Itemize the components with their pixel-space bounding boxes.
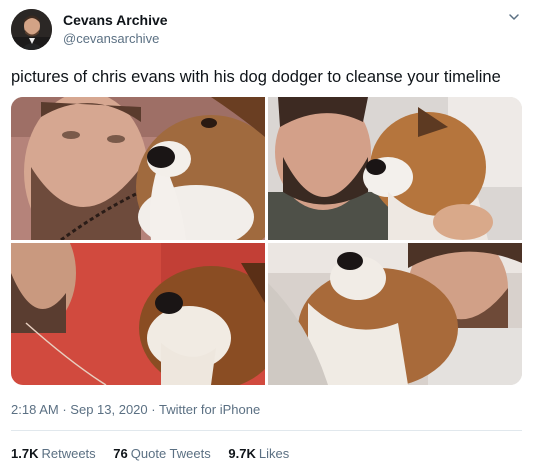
retweets-stat[interactable]: 1.7K Retweets xyxy=(11,446,96,461)
meta-separator: · xyxy=(151,402,156,417)
meta-separator: · xyxy=(62,402,67,417)
author-handle[interactable]: @cevansarchive xyxy=(63,31,159,46)
likes-count: 9.7K xyxy=(228,446,256,461)
tweet-date[interactable]: Sep 13, 2020 xyxy=(70,402,147,417)
tweet-source[interactable]: Twitter for iPhone xyxy=(159,402,260,417)
photo-2[interactable] xyxy=(268,97,522,240)
photo-3[interactable] xyxy=(11,243,265,385)
tweet-text: pictures of chris evans with his dog dod… xyxy=(11,68,501,86)
divider xyxy=(11,430,522,431)
photo-4[interactable] xyxy=(268,243,522,385)
tweet-time[interactable]: 2:18 AM xyxy=(11,402,59,417)
media-grid xyxy=(11,97,522,385)
tweet-meta: 2:18 AM · Sep 13, 2020 · Twitter for iPh… xyxy=(11,402,260,417)
quotes-label: Quote Tweets xyxy=(130,446,211,461)
likes-label: Likes xyxy=(258,446,290,461)
likes-stat[interactable]: 9.7K Likes xyxy=(228,446,289,461)
quote-tweets-stat[interactable]: 76 Quote Tweets xyxy=(113,446,210,461)
chevron-down-icon[interactable] xyxy=(506,9,522,25)
retweets-count: 1.7K xyxy=(11,446,39,461)
tweet-card: Cevans Archive @cevansarchive pictures o… xyxy=(0,0,536,469)
quotes-count: 76 xyxy=(113,446,128,461)
avatar[interactable] xyxy=(11,9,52,50)
profile-photo-icon xyxy=(11,9,52,50)
author-name[interactable]: Cevans Archive xyxy=(63,12,168,28)
tweet-stats: 1.7K Retweets 76 Quote Tweets 9.7K Likes xyxy=(11,446,303,461)
retweets-label: Retweets xyxy=(41,446,96,461)
photo-1[interactable] xyxy=(11,97,265,240)
